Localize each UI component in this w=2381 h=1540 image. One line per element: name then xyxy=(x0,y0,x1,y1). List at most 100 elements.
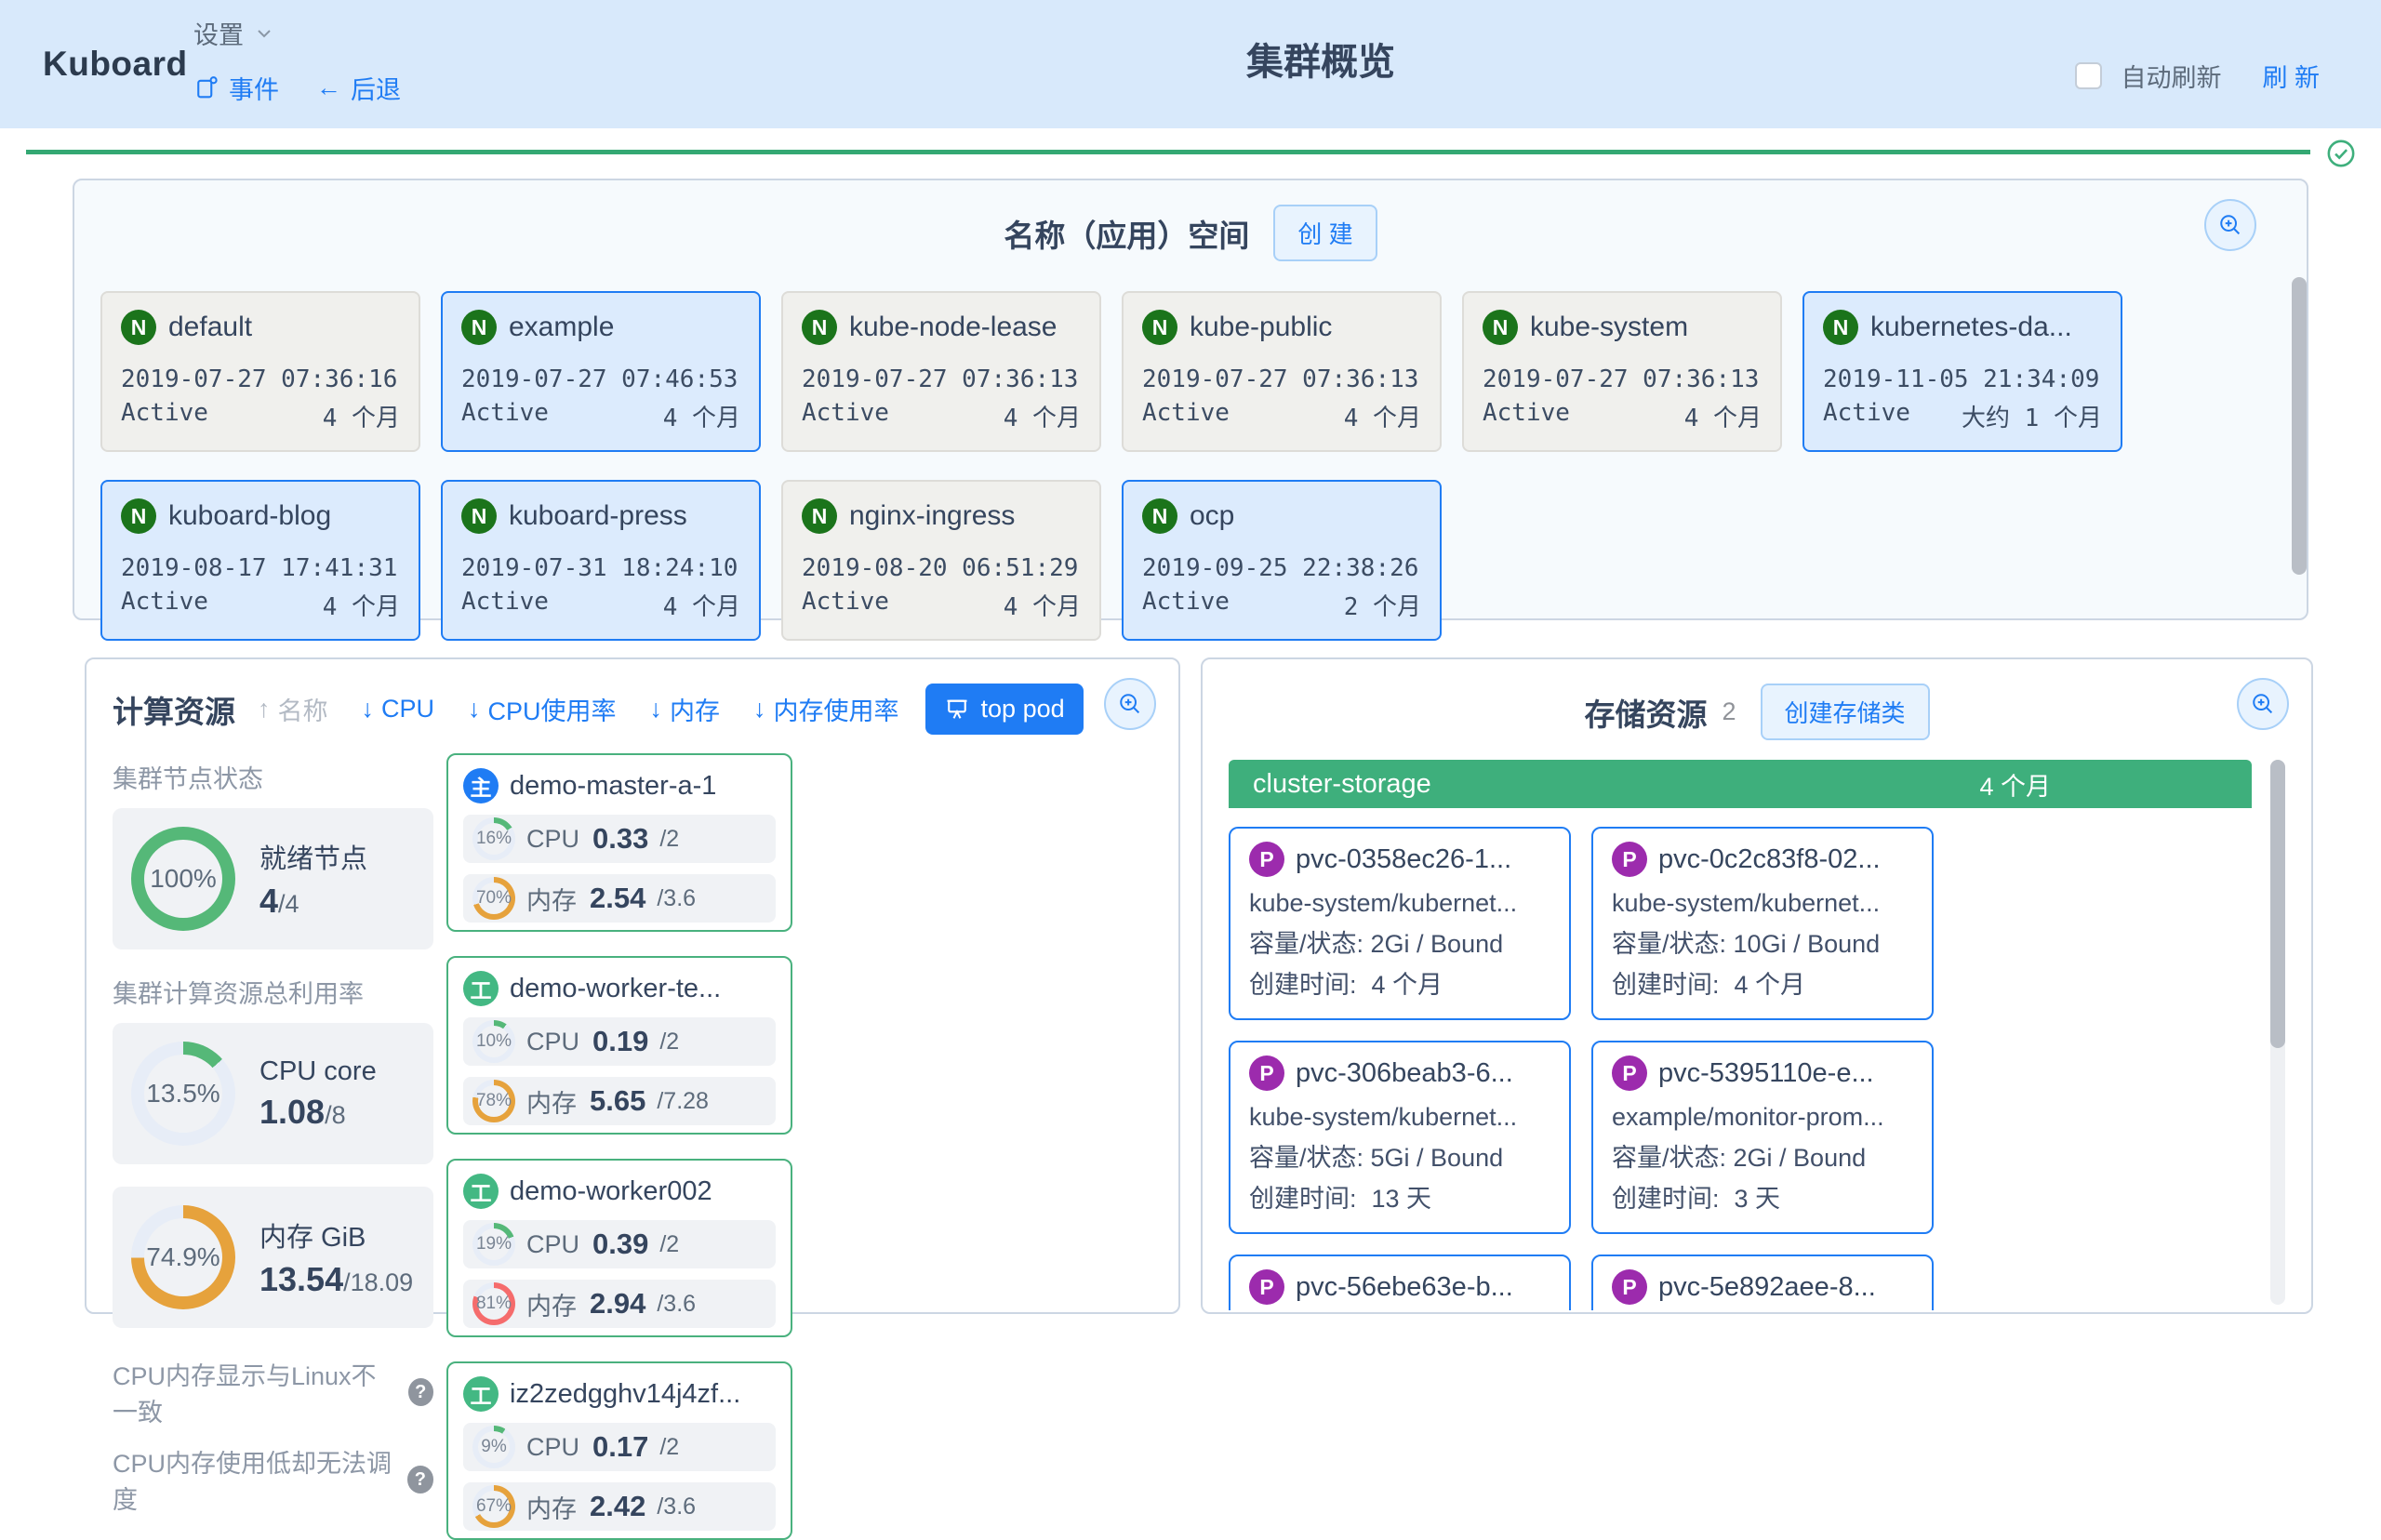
pvc-card-56ebe63e[interactable]: Ppvc-56ebe63e-b... kube-system/kubernet.… xyxy=(1229,1255,1571,1310)
namespace-status: Active xyxy=(1142,399,1230,433)
compute-zoom-button[interactable] xyxy=(1104,678,1156,730)
memory-value: 2.54 xyxy=(590,882,645,915)
storage-scrollbar[interactable] xyxy=(2270,760,2285,1305)
pvc-created: 3 天 xyxy=(1735,1185,1781,1213)
namespace-card-kubernetes-dashboard[interactable]: Nkubernetes-da... 2019-11-05 21:34:09 Ac… xyxy=(1802,291,2122,452)
cpu-value: 0.19 xyxy=(592,1025,648,1058)
memory-ring: 70% xyxy=(472,877,515,920)
help-icon[interactable]: ? xyxy=(408,1378,434,1406)
sort-down-icon: ↓ xyxy=(753,695,766,724)
scrollbar-thumb[interactable] xyxy=(2270,760,2285,1048)
create-storage-class-button[interactable]: 创建存储类 xyxy=(1761,684,1930,740)
back-link[interactable]: ← 后退 xyxy=(316,70,401,106)
pvc-owner: example/monitor-prom... xyxy=(1612,1096,1913,1137)
storage-class-name: cluster-storage xyxy=(1253,769,1431,800)
namespace-created: 2019-08-17 17:41:31 xyxy=(121,554,400,582)
pvc-capacity: 2Gi / Bound xyxy=(1734,1144,1867,1172)
node-card-iz2zedgghv14j4zf[interactable]: 工iz2zedgghv14j4zf... 9% CPU 0.17 /2 67% … xyxy=(446,1361,792,1540)
pvc-card-306beab3[interactable]: Ppvc-306beab3-6... kube-system/kubernet.… xyxy=(1229,1041,1571,1234)
namespace-card-grid: Ndefault 2019-07-27 07:36:16 Active4 个月 … xyxy=(100,291,2281,641)
pvc-created: 4 个月 xyxy=(1372,971,1443,999)
storage-class-bar[interactable]: cluster-storage 4 个月 xyxy=(1229,760,2252,808)
namespace-card-kube-system[interactable]: Nkube-system 2019-07-27 07:36:13 Active4… xyxy=(1462,291,1782,452)
sort-by-memory[interactable]: ↓内存 xyxy=(650,691,721,727)
sort-by-name[interactable]: ↑名称 xyxy=(258,691,328,727)
pvc-owner: kube-system/kubernet... xyxy=(1249,883,1550,923)
pvc-owner: kube-system/kubernet... xyxy=(1249,1096,1550,1137)
pvc-icon: P xyxy=(1249,1269,1284,1305)
auto-refresh-label: 自动刷新 xyxy=(2121,58,2221,94)
sort-by-memory-usage[interactable]: ↓内存使用率 xyxy=(753,691,899,727)
namespace-card-kube-public[interactable]: Nkube-public 2019-07-27 07:36:13 Active 4… xyxy=(1122,291,1442,452)
namespace-name: example xyxy=(509,312,614,343)
node-card-demo-worker-te[interactable]: 工demo-worker-te... 10% CPU 0.19 /2 78% 内… xyxy=(446,956,792,1135)
master-node-icon: 主 xyxy=(463,768,499,803)
node-cpu-row: 10% CPU 0.19 /2 xyxy=(463,1017,776,1066)
refresh-button[interactable]: 刷 新 xyxy=(2262,58,2320,94)
namespace-status: Active xyxy=(802,588,889,622)
namespace-icon: N xyxy=(1142,310,1177,345)
pvc-icon: P xyxy=(1612,1055,1647,1091)
pvc-name: pvc-0358ec26-1... xyxy=(1296,844,1511,875)
sort-up-icon: ↑ xyxy=(258,695,271,724)
namespace-age: 4 个月 xyxy=(1344,399,1421,433)
namespace-icon: N xyxy=(802,310,837,345)
cpu-ring: 9% xyxy=(472,1426,515,1468)
cpu-value: 0.39 xyxy=(592,1228,648,1261)
events-link[interactable]: 事件 xyxy=(193,70,279,106)
sort-by-cpu[interactable]: ↓CPU xyxy=(362,695,435,724)
node-status-label: 集群节点状态 xyxy=(113,759,433,795)
auto-refresh-checkbox[interactable] xyxy=(2075,62,2102,89)
storage-zoom-button[interactable] xyxy=(2237,678,2289,730)
namespaces-zoom-button[interactable] xyxy=(2204,199,2256,251)
help-icon[interactable]: ? xyxy=(407,1466,433,1494)
namespace-icon: N xyxy=(802,498,837,534)
pvc-card-0c2c83f8[interactable]: Ppvc-0c2c83f8-02... kube-system/kubernet… xyxy=(1591,827,1934,1020)
top-pod-button[interactable]: top pod xyxy=(925,684,1084,735)
node-cpu-row: 19% CPU 0.39 /2 xyxy=(463,1220,776,1268)
cpu-total: /2 xyxy=(659,1231,679,1258)
namespace-name: nginx-ingress xyxy=(849,500,1015,532)
namespace-age: 4 个月 xyxy=(1684,399,1762,433)
namespace-status: Active xyxy=(1142,588,1230,622)
memory-ring: 78% xyxy=(472,1080,515,1122)
namespace-card-kuboard-press[interactable]: Nkuboard-press 2019-07-31 18:24:10 Activ… xyxy=(441,480,761,641)
node-cpu-row: 16% CPU 0.33 /2 xyxy=(463,815,776,863)
events-label: 事件 xyxy=(229,70,279,106)
node-cpu-row: 9% CPU 0.17 /2 xyxy=(463,1423,776,1471)
settings-menu[interactable]: 设置 xyxy=(193,15,401,51)
magnifier-plus-icon xyxy=(2216,211,2244,239)
kuboard-cluster-overview-page: Kuboard 设置 事件 ← 后退 集群概览 自动刷新 刷 新 xyxy=(0,0,2381,1339)
namespace-card-nginx-ingress[interactable]: Nnginx-ingress 2019-08-20 06:51:29 Activ… xyxy=(781,480,1101,641)
scrollbar-thumb[interactable] xyxy=(2292,277,2307,575)
storage-title: 存储资源 xyxy=(1584,690,1707,735)
memory-total: /3.6 xyxy=(657,885,696,912)
pvc-capacity-label: 容量/状态: xyxy=(1249,930,1363,958)
namespace-card-kube-node-lease[interactable]: Nkube-node-lease 2019-07-27 07:36:13 Act… xyxy=(781,291,1101,452)
create-namespace-button[interactable]: 创 建 xyxy=(1273,205,1377,261)
pvc-capacity-label: 容量/状态: xyxy=(1612,1144,1726,1172)
pvc-card-5e892aee[interactable]: Ppvc-5e892aee-8... example/monitor-prom.… xyxy=(1591,1255,1934,1310)
namespace-card-example[interactable]: Nexample 2019-07-27 07:46:53 Active4 个月 xyxy=(441,291,761,452)
pvc-card-0358ec26[interactable]: Ppvc-0358ec26-1... kube-system/kubernet.… xyxy=(1229,827,1571,1020)
namespace-card-ocp[interactable]: Nocp 2019-09-25 22:38:26 Active2 个月 xyxy=(1122,480,1442,641)
namespace-status: Active xyxy=(1483,399,1570,433)
sort-by-cpu-usage[interactable]: ↓CPU使用率 xyxy=(468,691,617,727)
namespace-created: 2019-07-27 07:36:13 xyxy=(1142,365,1421,393)
node-card-demo-worker002[interactable]: 工demo-worker002 19% CPU 0.39 /2 81% 内存 2… xyxy=(446,1159,792,1337)
worker-node-icon: 工 xyxy=(463,1174,499,1209)
namespace-card-kuboard-blog[interactable]: Nkuboard-blog 2019-08-17 17:41:31 Active… xyxy=(100,480,420,641)
pvc-name: pvc-5395110e-e... xyxy=(1658,1058,1874,1089)
namespace-icon: N xyxy=(461,498,497,534)
pvc-icon: P xyxy=(1249,842,1284,877)
namespace-age: 4 个月 xyxy=(323,588,400,622)
namespace-status: Active xyxy=(461,588,549,622)
namespace-age: 4 个月 xyxy=(323,399,400,433)
node-card-demo-master-a-1[interactable]: 主demo-master-a-1 16% CPU 0.33 /2 70% 内存 … xyxy=(446,753,792,932)
namespace-name: kube-public xyxy=(1190,312,1332,343)
namespace-status: Active xyxy=(1823,399,1910,433)
namespace-card-default[interactable]: Ndefault 2019-07-27 07:36:16 Active4 个月 xyxy=(100,291,420,452)
pvc-card-5395110e[interactable]: Ppvc-5395110e-e... example/monitor-prom.… xyxy=(1591,1041,1934,1234)
namespace-age: 大约 1 个月 xyxy=(1962,399,2102,433)
node-status-gauge: 100% 就绪节点 4/4 xyxy=(113,808,433,949)
